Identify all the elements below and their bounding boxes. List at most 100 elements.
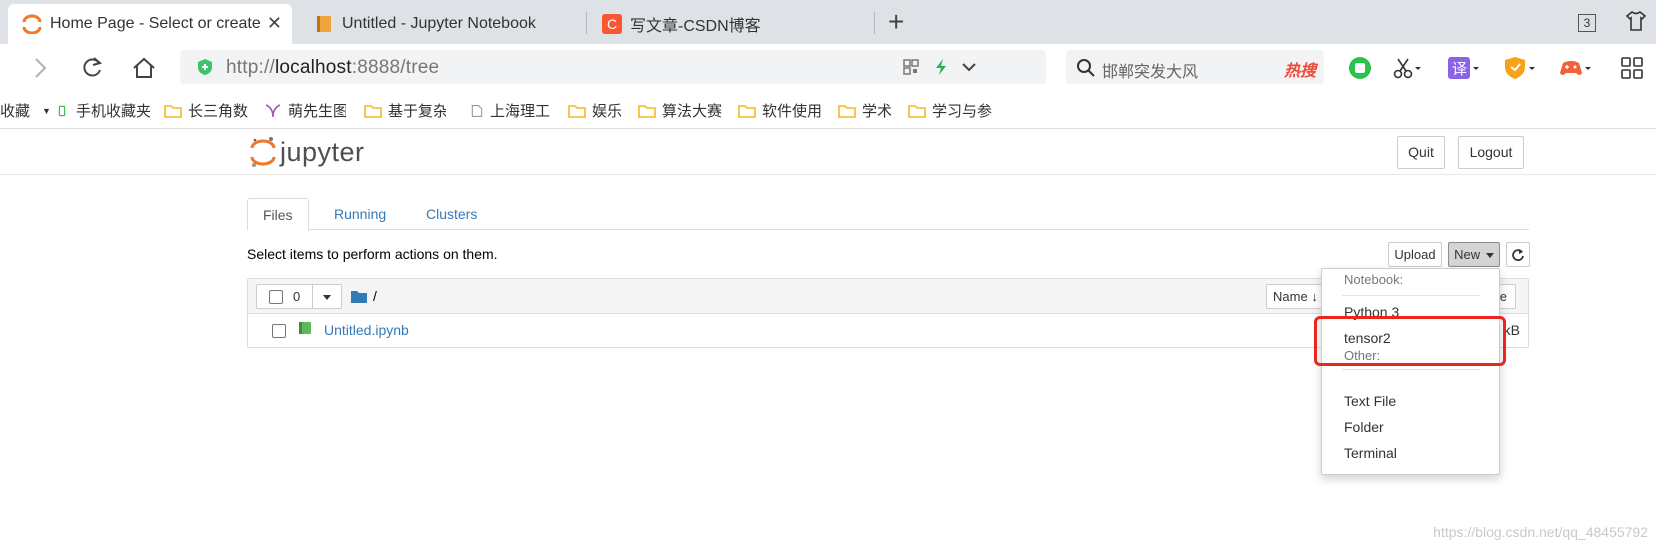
- highlight-annotation: [1314, 316, 1506, 366]
- leaf-icon: [265, 103, 281, 117]
- tab-count-badge[interactable]: 3: [1578, 14, 1596, 32]
- url-prefix: http://: [226, 57, 275, 78]
- caret-down-icon[interactable]: [323, 295, 331, 300]
- name-sort-button[interactable]: Name ↓: [1266, 284, 1326, 309]
- watermark: https://blog.csdn.net/qq_48455792: [1433, 524, 1648, 540]
- url-text: http://localhost:8888/tree: [226, 57, 439, 79]
- lightning-icon[interactable]: [932, 58, 950, 81]
- chevron-down-icon[interactable]: [960, 58, 978, 81]
- menu-item-terminal[interactable]: Terminal: [1322, 441, 1499, 465]
- bookmark-label: 上海理工: [490, 103, 550, 120]
- hot-search-badge[interactable]: 热搜: [1284, 57, 1316, 81]
- folder-icon: [568, 104, 586, 118]
- refresh-button[interactable]: [1506, 242, 1530, 267]
- reload-icon[interactable]: [78, 54, 106, 82]
- menu-item-text-file[interactable]: Text File: [1322, 389, 1499, 413]
- file-name-link[interactable]: Untitled.ipynb: [324, 322, 409, 338]
- home-icon[interactable]: [130, 54, 158, 82]
- jupyter-logo[interactable]: jupyter: [250, 135, 365, 169]
- svg-text:译: 译: [1452, 60, 1467, 78]
- translate-icon[interactable]: 译: [1448, 56, 1480, 85]
- breadcrumb: /: [351, 288, 377, 304]
- caret-down-icon: ▼: [42, 105, 51, 116]
- breadcrumb-root[interactable]: /: [373, 288, 377, 304]
- bookmark-folder[interactable]: 算法大赛: [638, 100, 722, 121]
- bookmark-folder[interactable]: 长三角数: [164, 100, 248, 121]
- folder-icon: [738, 104, 756, 118]
- svg-text:C: C: [607, 16, 617, 32]
- bookmark-label: 收藏: [0, 103, 31, 120]
- quit-button[interactable]: Quit: [1397, 136, 1445, 169]
- bookmark-folder[interactable]: 学术: [838, 100, 892, 121]
- page-icon: [471, 104, 483, 117]
- bookmark-label: 基于复杂: [388, 103, 446, 120]
- name-sort-label: Name: [1273, 289, 1308, 304]
- bookmark-label: 软件使用: [762, 103, 823, 120]
- tab-label: Home Page - Select or create: [50, 15, 261, 32]
- qr-code-icon[interactable]: [902, 58, 920, 81]
- new-button[interactable]: New: [1448, 242, 1500, 267]
- selection-hint: Select items to perform actions on them.: [247, 246, 498, 262]
- tab-files[interactable]: Files: [247, 198, 309, 231]
- select-all-checkbox[interactable]: [269, 290, 283, 304]
- selected-count: 0: [293, 289, 301, 304]
- notebook-icon: [314, 14, 334, 34]
- folder-icon[interactable]: [351, 290, 367, 303]
- bookmark-folder[interactable]: 软件使用: [738, 100, 822, 121]
- file-checkbox[interactable]: [272, 324, 286, 338]
- bookmark-folder[interactable]: 学习与参: [908, 100, 992, 121]
- forward-icon[interactable]: [26, 54, 54, 82]
- arrow-down-icon: ↓: [1311, 289, 1318, 304]
- bookmark-favorites[interactable]: 收藏 ▼: [0, 100, 51, 121]
- jupyter-icon: [22, 14, 42, 35]
- bookmark-label: 娱乐: [592, 103, 623, 120]
- shirt-icon[interactable]: [1625, 10, 1647, 37]
- bookmark-folder[interactable]: 娱乐: [568, 100, 622, 121]
- close-icon[interactable]: ✕: [267, 13, 282, 34]
- upload-button[interactable]: Upload: [1388, 242, 1442, 267]
- apps-grid-icon[interactable]: [1620, 56, 1644, 85]
- jupyter-logo-text: jupyter: [280, 136, 365, 167]
- tab-separator: [586, 12, 587, 34]
- tab-clusters[interactable]: Clusters: [411, 198, 492, 230]
- tab-label: Untitled - Jupyter Notebook: [342, 15, 536, 32]
- bookmark-label: 学术: [862, 103, 893, 120]
- new-dropdown-menu: Notebook: Python 3 tensor2 Other: Text F…: [1321, 268, 1500, 475]
- tab-label: 写文章-CSDN博客: [630, 18, 761, 35]
- select-all-dropdown[interactable]: 0: [256, 284, 342, 309]
- tab-home-page[interactable]: Home Page - Select or create ✕: [8, 4, 292, 44]
- gamepad-icon[interactable]: [1560, 56, 1592, 85]
- bookmark-folder[interactable]: 基于复杂: [364, 100, 446, 121]
- bookmark-link[interactable]: 上海理工: [470, 100, 550, 121]
- shield-icon: [196, 58, 214, 81]
- tab-separator: [874, 12, 875, 34]
- folder-icon: [364, 104, 382, 118]
- menu-item-folder[interactable]: Folder: [1322, 415, 1499, 439]
- phone-icon: [58, 105, 66, 116]
- search-box[interactable]: 邯郸突发大风 热搜: [1066, 50, 1324, 84]
- search-text: 邯郸突发大风: [1102, 64, 1199, 81]
- scissors-icon[interactable]: [1392, 56, 1422, 85]
- bookmark-link[interactable]: 萌先生图: [264, 100, 346, 121]
- folder-icon: [638, 104, 656, 118]
- notebook-icon: [299, 322, 311, 334]
- logout-button[interactable]: Logout: [1458, 136, 1524, 169]
- url-host: localhost: [274, 57, 352, 78]
- csdn-icon: C: [602, 14, 622, 34]
- folder-icon: [908, 104, 926, 118]
- notebook-section-header: Notebook:: [1344, 272, 1404, 287]
- chat-extension-icon[interactable]: [1348, 56, 1372, 85]
- url-path: :8888/tree: [351, 57, 440, 78]
- tab-running[interactable]: Running: [319, 198, 401, 230]
- tab-csdn[interactable]: C 写文章-CSDN博客: [588, 4, 868, 44]
- file-size: kB: [1503, 322, 1520, 338]
- shield-extension-icon[interactable]: [1504, 56, 1536, 85]
- browser-tab-strip: Home Page - Select or create ✕ Untitled …: [0, 0, 1656, 44]
- tab-untitled-notebook[interactable]: Untitled - Jupyter Notebook: [300, 4, 580, 44]
- new-tab-button[interactable]: +: [888, 8, 904, 36]
- browser-toolbar: http://localhost:8888/tree 邯郸突发大风 热搜 译: [0, 44, 1656, 92]
- address-bar[interactable]: http://localhost:8888/tree: [180, 50, 1046, 84]
- bookmark-mobile[interactable]: 手机收藏夹: [58, 100, 151, 121]
- folder-icon: [164, 104, 182, 118]
- bookmark-label: 算法大赛: [662, 103, 723, 120]
